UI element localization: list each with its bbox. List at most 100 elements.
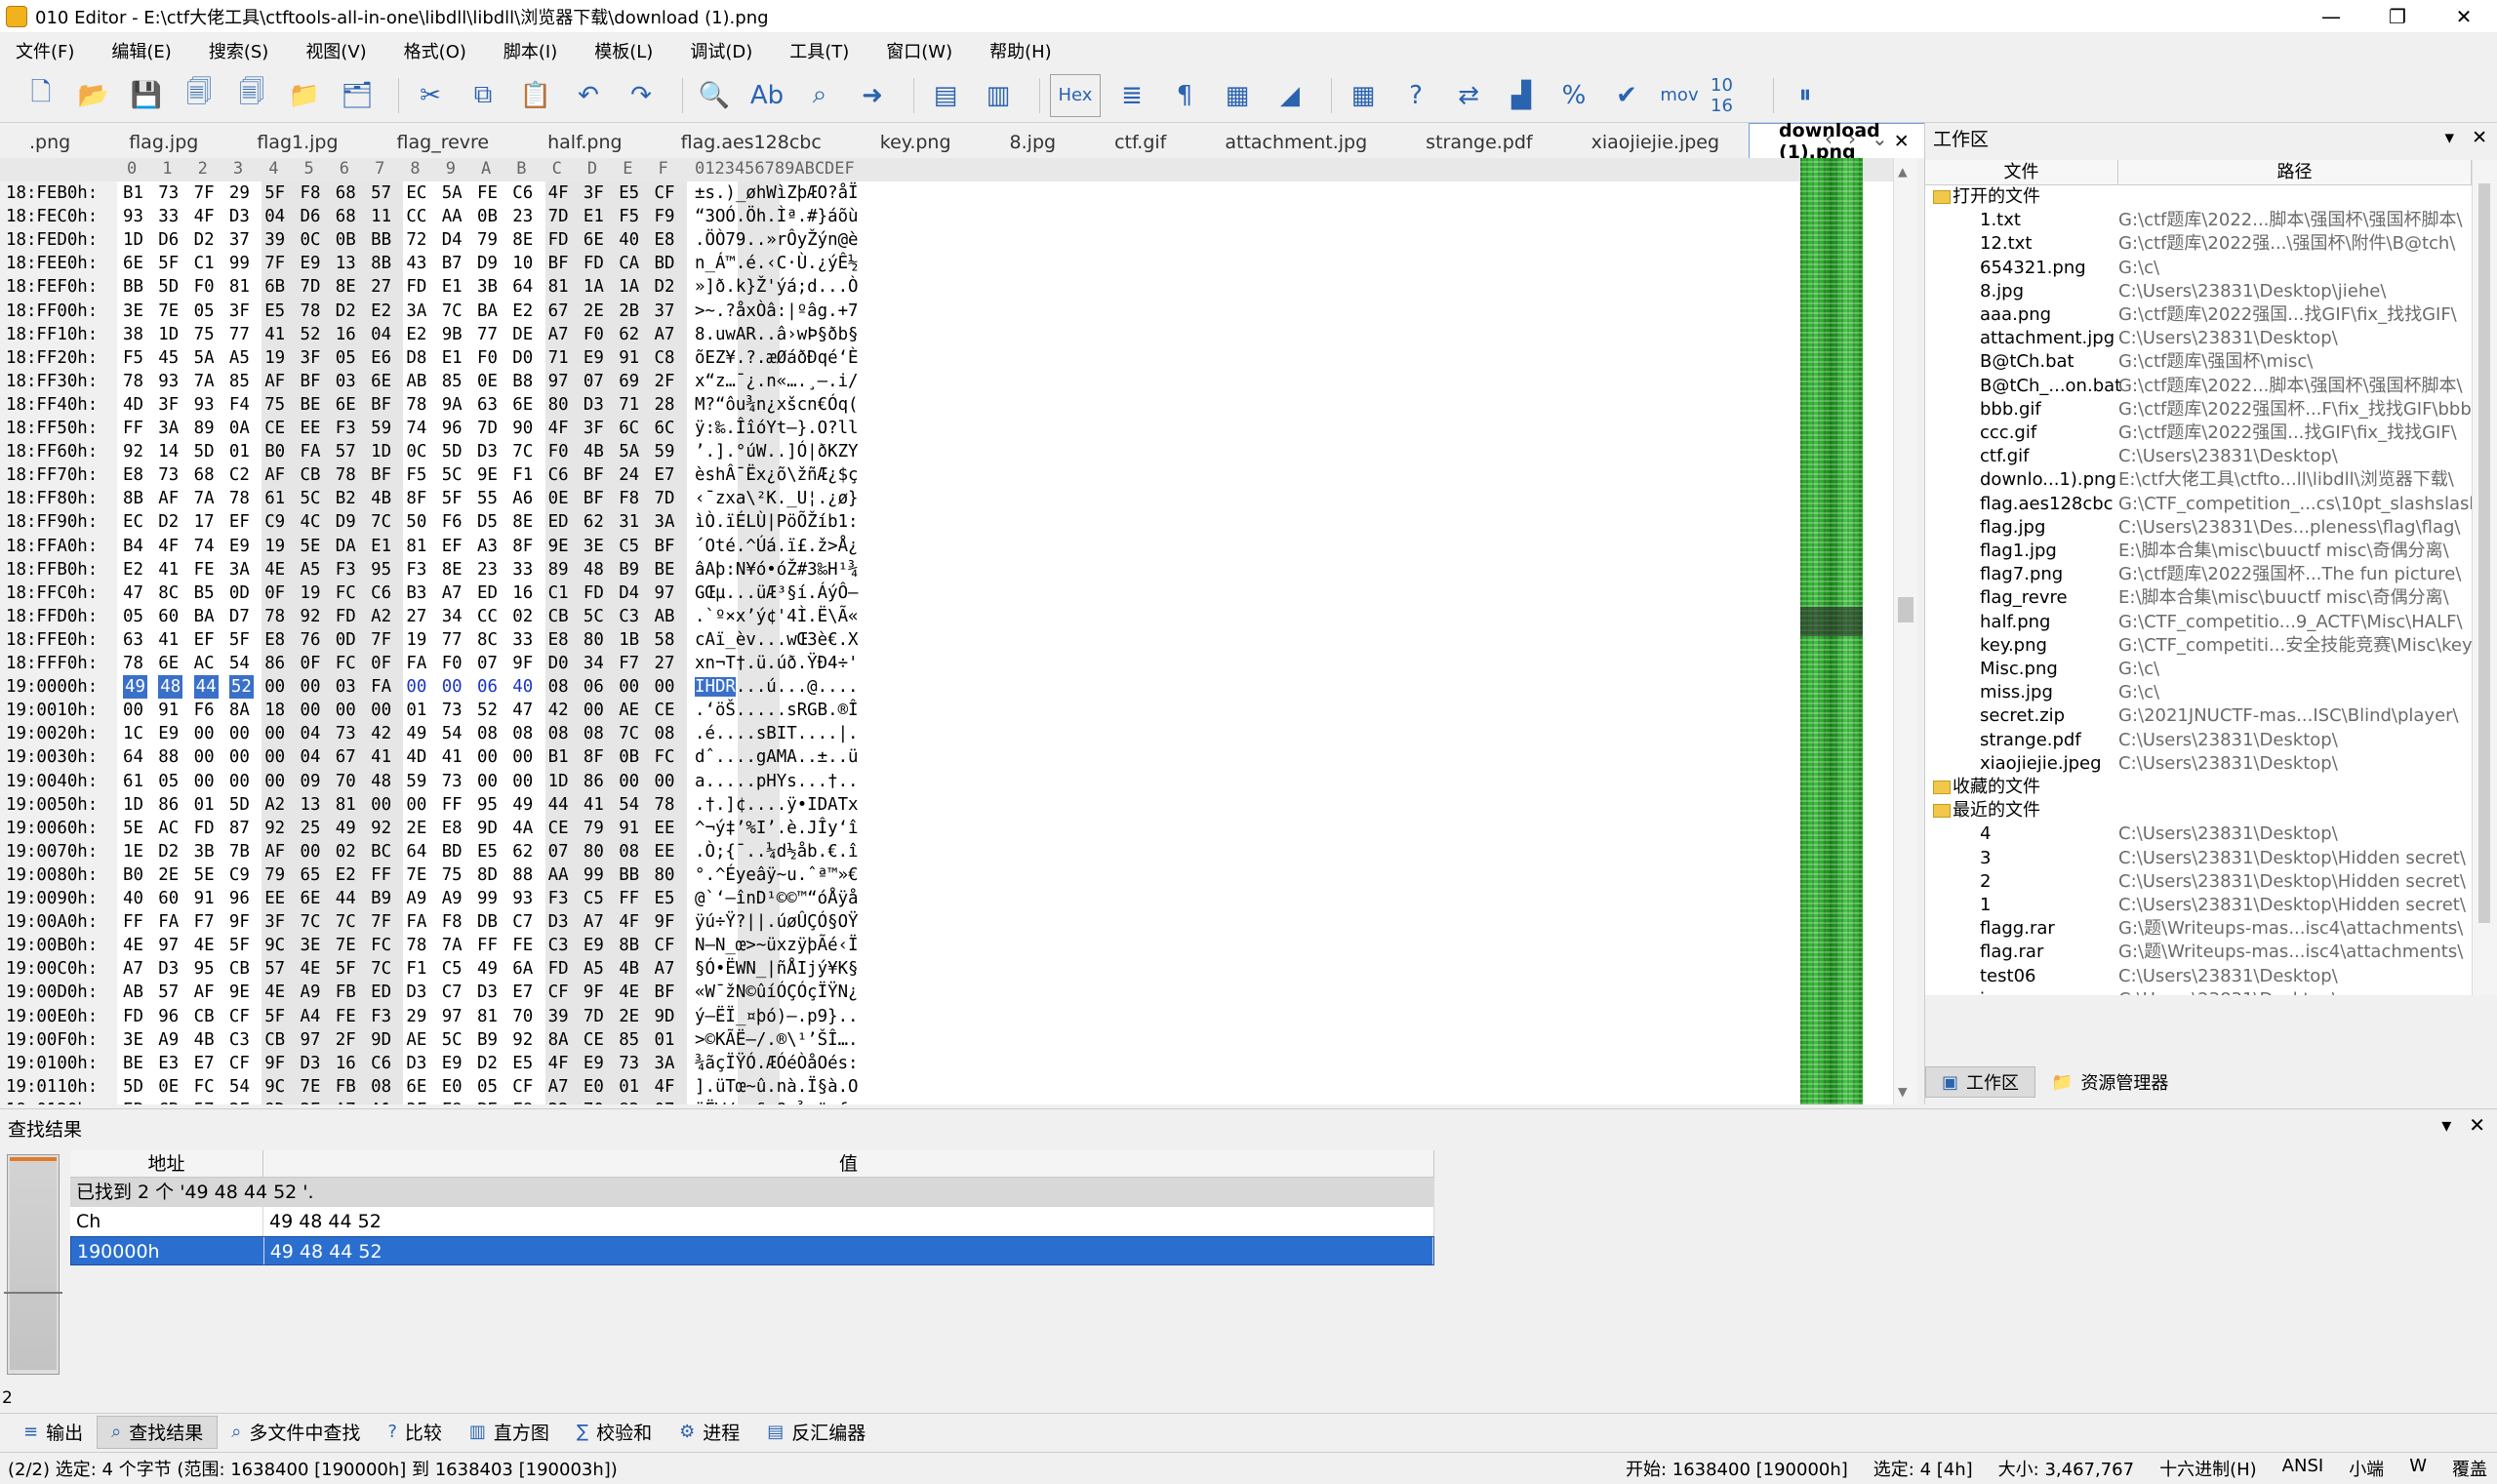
hex-byte[interactable]: 47 — [123, 582, 143, 605]
col-file[interactable]: 文件 — [1925, 160, 2118, 184]
hex-byte[interactable]: FA — [406, 652, 426, 675]
hex-byte[interactable]: 85 — [229, 370, 250, 393]
hex-byte[interactable]: 04 — [264, 205, 285, 228]
hex-byte[interactable]: A6 — [512, 487, 533, 510]
hex-byte[interactable]: 44 — [336, 887, 356, 910]
hex-byte[interactable]: 8F — [584, 745, 604, 769]
hex-byte[interactable]: 5F — [229, 934, 250, 957]
hex-byte[interactable]: 7C — [336, 910, 356, 934]
hex-byte[interactable]: 00 — [512, 745, 533, 769]
hex-byte[interactable]: 7E — [406, 863, 426, 887]
hex-text[interactable]: ÿ:‰.ÎîóYt–}.O?ll — [695, 417, 859, 440]
hex-byte[interactable]: AE — [619, 699, 639, 722]
hex-byte[interactable]: 37 — [229, 228, 250, 252]
hex-byte[interactable]: 41 — [264, 323, 285, 346]
hex-byte[interactable]: 01 — [406, 699, 426, 722]
hex-byte[interactable]: 99 — [229, 252, 250, 275]
hex-byte[interactable]: 67 — [548, 300, 569, 323]
bottom-tab[interactable]: ≡ 输出 — [10, 1416, 97, 1449]
hex-byte[interactable]: 92 — [301, 605, 321, 628]
hex-text[interactable]: »]ð.k}Ž'ýá;d...Ò — [695, 275, 859, 299]
hex-byte[interactable]: C7 — [442, 981, 463, 1004]
hex-byte[interactable]: B4 — [123, 535, 143, 558]
hex-byte[interactable]: A7 — [548, 323, 569, 346]
hex-byte[interactable]: E0 — [442, 1075, 463, 1099]
hex-byte[interactable]: 8D — [477, 863, 498, 887]
hex-byte[interactable]: 10 — [512, 252, 533, 275]
hex-byte[interactable]: 4F — [655, 1075, 675, 1099]
file-tab[interactable]: flag_revre — [368, 127, 519, 158]
hex-byte[interactable]: 5C — [442, 1028, 463, 1052]
list-item[interactable]: test06 C:\Users\23831\Desktop\ — [1925, 965, 2472, 988]
hex-byte[interactable]: 92 — [512, 1028, 533, 1052]
hex-byte[interactable]: 05 — [477, 1075, 498, 1099]
hex-byte[interactable]: CF — [512, 1075, 533, 1099]
hex-byte[interactable]: 83 — [619, 1099, 639, 1104]
hex-byte[interactable]: 8A — [229, 699, 250, 722]
hex-byte[interactable]: 91 — [619, 346, 639, 370]
hex-byte[interactable]: 3F — [584, 417, 604, 440]
hex-byte[interactable]: 79 — [264, 863, 285, 887]
hex-byte[interactable]: 4B — [619, 957, 639, 981]
hex-byte[interactable]: 87 — [229, 817, 250, 840]
hex-byte[interactable]: CB — [194, 1005, 215, 1028]
hex-byte[interactable]: FE — [194, 558, 215, 582]
hex-text[interactable]: .`º×x’ý¢'4Ì.Ë\Ã« — [695, 605, 859, 628]
hex-byte[interactable]: 3F — [264, 910, 285, 934]
hex-byte[interactable]: 54 — [229, 1075, 250, 1099]
minimize-button[interactable]: — — [2298, 5, 2364, 28]
hex-byte[interactable]: D4 — [442, 228, 463, 252]
hex-byte[interactable]: E1 — [371, 535, 391, 558]
hex-byte[interactable]: 00 — [123, 699, 143, 722]
hex-byte[interactable]: 22 — [548, 1099, 569, 1104]
run-template-icon[interactable]: ▤ — [924, 74, 967, 117]
hex-byte[interactable]: E9 — [229, 535, 250, 558]
hex-byte[interactable]: BE — [655, 558, 675, 582]
hex-byte[interactable]: 2F — [655, 370, 675, 393]
hex-byte[interactable]: 49 — [512, 793, 533, 817]
goto-icon[interactable]: ➜ — [851, 74, 894, 117]
hex-byte[interactable]: EB — [123, 1099, 143, 1104]
hex-byte[interactable]: 08 — [619, 840, 639, 863]
hex-byte[interactable]: 0B — [619, 745, 639, 769]
hex-byte[interactable]: 3B — [477, 275, 498, 299]
hex-byte[interactable]: FC — [655, 745, 675, 769]
undo-icon[interactable]: ↶ — [567, 74, 610, 117]
hex-byte[interactable]: 85 — [619, 1028, 639, 1052]
hex-byte[interactable]: 00 — [264, 745, 285, 769]
hex-text[interactable]: dˆ....gAMA..±..ü — [695, 745, 859, 769]
hex-byte[interactable]: 0B — [477, 205, 498, 228]
hex-byte[interactable]: 00 — [619, 770, 639, 793]
hex-byte[interactable]: 6E — [158, 652, 179, 675]
hex-text[interactable]: >©KÃË—/.®\¹’ŠÎ…. — [695, 1028, 859, 1052]
hex-byte[interactable]: A7 — [655, 323, 675, 346]
hex-byte[interactable]: 9E — [477, 463, 498, 487]
hex-byte[interactable]: 5F — [336, 957, 356, 981]
hex-text[interactable]: xn¬T†.ü.úð.ŸÐ4÷' — [695, 652, 859, 675]
hex-byte[interactable]: 31 — [619, 510, 639, 534]
hex-byte[interactable]: 4F — [619, 910, 639, 934]
hex-byte[interactable]: 7F — [371, 910, 391, 934]
hex-byte[interactable]: FF — [123, 910, 143, 934]
hex-byte[interactable]: FC — [336, 582, 356, 605]
hex-byte[interactable]: E8 — [655, 228, 675, 252]
hex-byte[interactable]: 5C — [584, 605, 604, 628]
replace-icon[interactable]: Ab — [745, 74, 788, 117]
list-item[interactable]: 654321.png G:\c\ — [1925, 257, 2472, 280]
hex-byte[interactable]: 17 — [194, 510, 215, 534]
hex-byte[interactable]: 1D — [158, 323, 179, 346]
hex-byte[interactable]: 68 — [194, 463, 215, 487]
hex-byte[interactable]: 93 — [194, 393, 215, 417]
hex-byte[interactable]: F0 — [584, 323, 604, 346]
hex-byte[interactable]: 8C — [477, 628, 498, 652]
hex-byte[interactable]: 62 — [512, 840, 533, 863]
base-converter-button[interactable]: 10 16 — [1711, 74, 1753, 117]
hex-byte[interactable]: A5 — [301, 558, 321, 582]
hex-byte[interactable]: 9A — [442, 393, 463, 417]
hex-byte[interactable]: 91 — [619, 817, 639, 840]
hex-byte[interactable]: 81 — [229, 275, 250, 299]
hex-byte[interactable]: E7 — [512, 981, 533, 1004]
hex-byte[interactable]: 00 — [442, 675, 463, 699]
hex-byte[interactable]: 40 — [619, 228, 639, 252]
hex-byte[interactable]: 00 — [406, 675, 426, 699]
